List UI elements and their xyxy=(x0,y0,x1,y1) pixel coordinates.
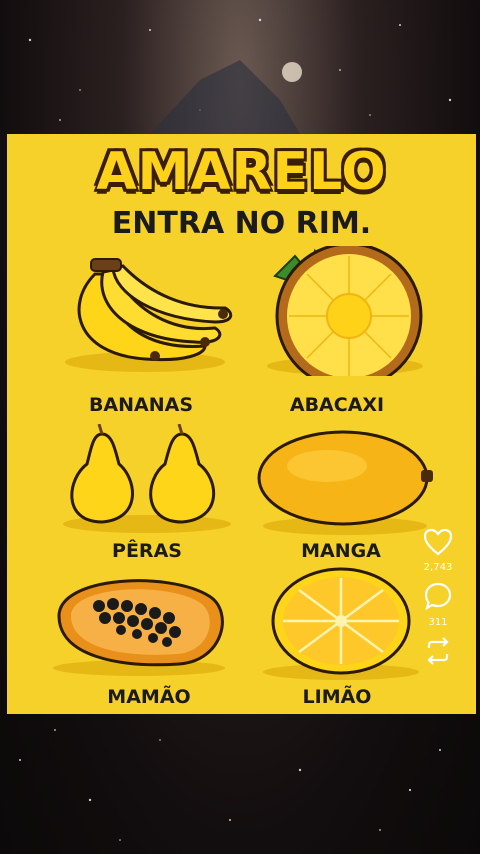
lemon-icon xyxy=(263,567,419,680)
like-button[interactable]: 2,743 xyxy=(416,528,460,573)
comment-button[interactable]: 311 xyxy=(416,581,460,628)
repost-icon xyxy=(427,637,449,665)
fruit-label-mamao: MAMÃO xyxy=(107,686,191,708)
fruit-label-limao: LIMÃO xyxy=(302,686,372,708)
pineapple-icon xyxy=(267,246,423,376)
heart-icon xyxy=(423,528,453,556)
fruit-label-bananas: BANANAS xyxy=(88,394,194,416)
repost-button[interactable] xyxy=(416,636,460,670)
side-actions: 2,743 311 xyxy=(416,528,460,678)
title: AMARELO xyxy=(96,142,387,202)
like-count: 2,743 xyxy=(423,562,453,573)
comment-icon xyxy=(424,582,452,611)
comment-count: 311 xyxy=(428,617,448,628)
fruit-label-peras: PÊRAS xyxy=(112,540,182,562)
fruit-label-manga: MANGA xyxy=(301,540,381,562)
infographic-card: AMARELO ENTRA NO RIM. BANANAS ABACAXI PÊ… xyxy=(7,134,476,714)
fruit-label-abacaxi: ABACAXI xyxy=(289,394,385,416)
mango-icon xyxy=(257,430,433,535)
papaya-icon xyxy=(53,579,225,676)
pears-icon xyxy=(63,424,231,533)
bananas-icon xyxy=(65,258,233,372)
subtitle: ENTRA NO RIM. xyxy=(111,206,372,241)
